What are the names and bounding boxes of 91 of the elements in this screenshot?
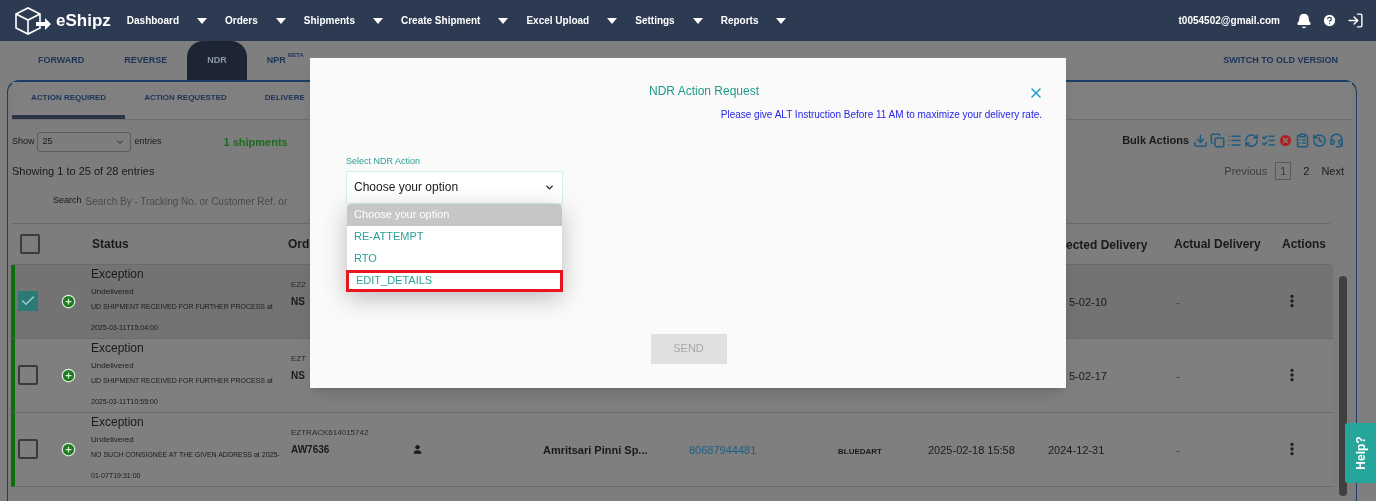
expected-delivery-date: 5-02-10 bbox=[1069, 296, 1107, 308]
status-text: Exception bbox=[91, 413, 145, 431]
expected-delivery-date: 5-02-17 bbox=[1069, 370, 1107, 382]
nav-menu-item[interactable]: Reports bbox=[720, 13, 759, 28]
checkbox[interactable] bbox=[18, 365, 38, 385]
tracking-ref: EZTRACK614015742 bbox=[291, 426, 370, 439]
caret-icon bbox=[607, 17, 618, 24]
person-icon bbox=[412, 443, 423, 455]
history-icon[interactable] bbox=[1312, 132, 1327, 148]
help-icon[interactable] bbox=[1322, 13, 1337, 28]
logout-icon[interactable] bbox=[1347, 12, 1364, 29]
nav-menu-item[interactable]: Orders bbox=[225, 13, 258, 28]
substatus-text: Undelivered bbox=[91, 285, 135, 298]
actual-delivery-date: - bbox=[1176, 444, 1180, 456]
column-header: Actions bbox=[1281, 235, 1326, 253]
caret-icon bbox=[776, 17, 787, 24]
column-header: Ord bbox=[287, 235, 310, 253]
notification-icon[interactable] bbox=[1296, 12, 1312, 29]
switch-version-link[interactable]: SWITCH TO OLD VERSION bbox=[1223, 41, 1338, 80]
chevron-down-icon bbox=[114, 137, 125, 147]
expand-icon[interactable] bbox=[61, 367, 76, 383]
selection-count: 1 shipments bbox=[223, 134, 288, 150]
nav-menu-item[interactable]: Dashboard bbox=[126, 13, 180, 28]
status-tab[interactable]: ACTION REQUESTED bbox=[125, 81, 246, 119]
headset-icon[interactable] bbox=[1329, 132, 1344, 148]
nav-menu-item[interactable]: Shipments bbox=[303, 13, 355, 28]
list-icon[interactable] bbox=[1227, 132, 1242, 148]
status-text: Exception bbox=[91, 265, 145, 283]
tracking-ref: EZT bbox=[291, 352, 308, 365]
status-tab[interactable]: ACTION REQUIRED bbox=[12, 81, 126, 119]
nav-menu-item[interactable]: Excel Upload bbox=[526, 13, 590, 28]
help-tab[interactable]: Help? bbox=[1345, 423, 1376, 483]
checkbox[interactable] bbox=[20, 233, 40, 254]
caret-icon bbox=[275, 17, 286, 24]
expand-icon[interactable] bbox=[61, 293, 76, 309]
show-label: Show bbox=[12, 135, 35, 149]
nav-menu-item[interactable]: Create Shipment bbox=[400, 13, 481, 28]
box-arrow-logo-icon bbox=[12, 4, 52, 37]
order-number: NS bbox=[291, 294, 306, 309]
caret-icon bbox=[372, 17, 383, 24]
download-icon[interactable] bbox=[1193, 132, 1208, 148]
caret-icon bbox=[692, 17, 703, 24]
previous-page-link[interactable]: Previous bbox=[1224, 162, 1268, 179]
courier-name: BLUEDART bbox=[838, 447, 882, 456]
scrollbar[interactable] bbox=[1339, 276, 1347, 496]
search-label: Search bbox=[53, 194, 82, 208]
actual-delivery-date: - bbox=[1176, 296, 1180, 308]
dialog-title: NDR Action Request bbox=[648, 83, 760, 100]
brand-name[interactable]: eShipz bbox=[56, 7, 111, 34]
column-header: Actual Delivery bbox=[1173, 235, 1261, 253]
sync-icon[interactable] bbox=[1244, 132, 1259, 148]
module-tab[interactable]: FORWARD bbox=[18, 41, 105, 80]
field-label: Select NDR Action bbox=[346, 155, 422, 168]
entries-label: entries bbox=[134, 135, 162, 149]
consignee-name: Amritsari Pinni Sp... bbox=[543, 444, 648, 456]
page-size-select[interactable]: 25 bbox=[36, 132, 131, 152]
module-tab[interactable]: NDR bbox=[187, 41, 247, 80]
page-link[interactable]: 2 bbox=[1299, 162, 1314, 179]
next-page-link[interactable]: Next bbox=[1321, 162, 1344, 179]
substatus-text: Undelivered bbox=[91, 359, 135, 372]
bulk-actions-label: Bulk Actions bbox=[1122, 133, 1189, 148]
caret-icon bbox=[498, 17, 509, 24]
module-tab[interactable]: REVERSE bbox=[104, 41, 188, 80]
nav-menu-item[interactable]: Settings bbox=[635, 13, 675, 28]
checklist-icon[interactable] bbox=[1261, 132, 1276, 148]
ndr-action-select[interactable]: Choose your option bbox=[346, 170, 563, 204]
copy-icon[interactable] bbox=[1210, 132, 1225, 148]
dropdown-option[interactable]: EDIT_DETAILS bbox=[346, 269, 563, 292]
column-header: Status bbox=[91, 235, 129, 253]
showing-entries-text: Showing 1 to 25 of 28 entries bbox=[12, 164, 156, 179]
checkbox[interactable] bbox=[18, 291, 38, 311]
close-icon[interactable] bbox=[1028, 85, 1044, 101]
caret-icon bbox=[197, 17, 208, 24]
phone-link[interactable]: 80687944481 bbox=[689, 444, 757, 456]
actual-delivery-date: - bbox=[1176, 370, 1180, 382]
expected-delivery-date: 2024-12-31 bbox=[1048, 444, 1105, 456]
dropdown-option[interactable]: RE-ATTEMPT bbox=[347, 225, 562, 248]
column-header: ected Delivery bbox=[1066, 237, 1148, 252]
expand-icon[interactable] bbox=[61, 441, 76, 457]
clipboard-icon[interactable] bbox=[1295, 132, 1310, 148]
page-link[interactable]: 1 bbox=[1275, 161, 1292, 180]
user-email: t0054502@gmail.com bbox=[1178, 14, 1280, 28]
order-number: AW7636 bbox=[291, 442, 331, 457]
date-text: 2025-02-18 15:58 bbox=[928, 444, 1015, 456]
substatus-text: Undelivered bbox=[91, 433, 135, 446]
delivery-notice: Please give ALT Instruction Before 11 AM to maximize your delivery rate. bbox=[720, 108, 1042, 122]
cancel-icon[interactable] bbox=[1278, 132, 1293, 148]
order-number: NS bbox=[291, 368, 306, 383]
checkbox[interactable] bbox=[18, 439, 38, 459]
status-text: Exception bbox=[91, 339, 145, 357]
dropdown-option[interactable]: RTO bbox=[347, 247, 562, 270]
